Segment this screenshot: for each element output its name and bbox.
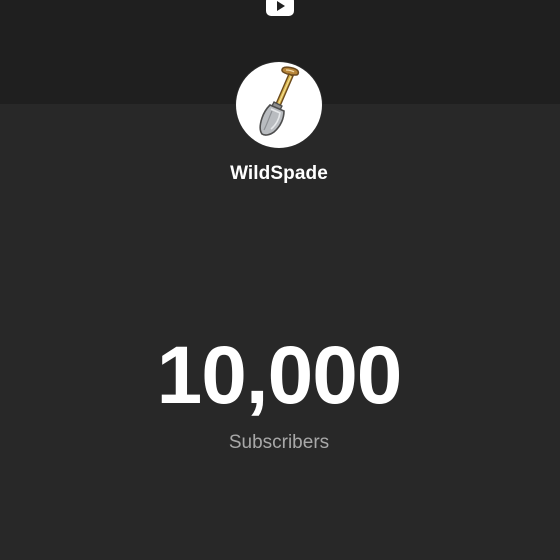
subscriber-count: 10,000: [156, 330, 403, 421]
youtube-play-icon[interactable]: [266, 0, 294, 18]
shovel-icon: [259, 66, 300, 136]
avatar[interactable]: [236, 62, 322, 148]
channel-name[interactable]: WildSpade: [0, 163, 558, 185]
subscriber-label: Subscribers: [228, 432, 330, 453]
